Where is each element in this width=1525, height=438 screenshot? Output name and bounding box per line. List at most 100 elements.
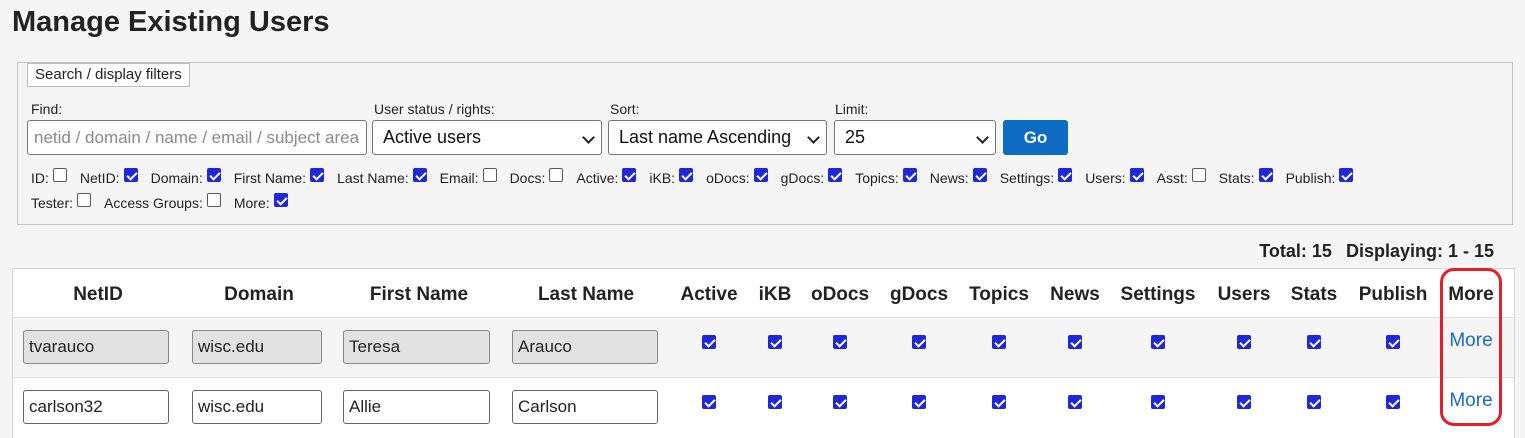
filter-checkbox[interactable] — [1058, 168, 1073, 182]
permission-checkbox[interactable] — [1307, 395, 1321, 409]
permission-checkbox[interactable] — [1307, 335, 1321, 349]
filter-checkbox[interactable] — [753, 168, 768, 182]
header-gdocs[interactable]: gDocs — [890, 284, 948, 306]
filter-checkbox[interactable] — [972, 168, 987, 182]
header-odocs[interactable]: oDocs — [811, 284, 869, 306]
limit-select[interactable]: 25 — [834, 120, 996, 155]
filter-toggle[interactable]: Topics: — [855, 168, 917, 186]
filter-toggle[interactable]: Last Name: — [337, 168, 427, 186]
header-netid[interactable]: NetID — [73, 284, 123, 306]
filter-checkbox[interactable] — [902, 168, 917, 182]
permission-checkbox[interactable] — [702, 335, 716, 349]
permission-checkbox[interactable] — [912, 395, 926, 409]
permission-checkbox[interactable] — [1151, 395, 1165, 409]
filter-toggle[interactable]: First Name: — [233, 168, 325, 186]
filter-toggle[interactable]: Users: — [1085, 168, 1144, 186]
permission-checkbox[interactable] — [912, 335, 926, 349]
header-settings[interactable]: Settings — [1121, 284, 1196, 306]
permission-checkbox[interactable] — [1237, 335, 1251, 349]
filter-toggle[interactable]: Asst: — [1156, 168, 1206, 186]
sort-select[interactable]: Last name Ascending — [608, 120, 827, 155]
filter-checkbox[interactable] — [549, 168, 564, 182]
header-ikb[interactable]: iKB — [759, 284, 792, 306]
more-column-highlight — [1440, 268, 1502, 426]
filter-checkbox[interactable] — [412, 168, 427, 182]
filter-toggle-label: Users: — [1085, 170, 1126, 186]
filter-checkbox[interactable] — [206, 193, 221, 207]
filter-checkbox[interactable] — [1129, 168, 1144, 182]
permission-checkbox[interactable] — [1386, 335, 1400, 349]
filter-checkbox[interactable] — [679, 168, 694, 182]
permission-checkbox[interactable] — [702, 395, 716, 409]
filter-toggle[interactable]: News: — [930, 168, 987, 186]
filter-checkbox[interactable] — [1339, 168, 1354, 182]
permission-checkbox[interactable] — [768, 395, 782, 409]
permission-checkbox[interactable] — [1068, 335, 1082, 349]
filter-checkbox[interactable] — [77, 193, 92, 207]
permission-checkbox[interactable] — [1386, 395, 1400, 409]
last-name-field[interactable]: Carlson — [512, 390, 658, 424]
filter-toggle-label: First Name: — [233, 170, 307, 186]
filter-toggle[interactable]: oDocs: — [706, 168, 768, 186]
filter-checkbox[interactable] — [482, 168, 497, 182]
page-title: Manage Existing Users — [12, 6, 330, 38]
header-publish[interactable]: Publish — [1359, 284, 1428, 306]
filter-checkbox[interactable] — [1258, 168, 1273, 182]
find-input[interactable] — [27, 120, 367, 155]
header-last-name[interactable]: Last Name — [538, 284, 634, 306]
header-users[interactable]: Users — [1218, 284, 1271, 306]
total-count: Total: 15 — [1259, 241, 1332, 261]
filter-toggle[interactable]: Email: — [440, 168, 497, 186]
filter-toggle[interactable]: gDocs: — [781, 168, 843, 186]
filter-toggle-label: More: — [233, 195, 270, 211]
permission-checkbox[interactable] — [992, 395, 1006, 409]
filter-toggle[interactable]: More: — [233, 193, 288, 211]
header-domain[interactable]: Domain — [224, 284, 294, 306]
header-first-name[interactable]: First Name — [370, 284, 468, 306]
filter-toggle[interactable]: Domain: — [151, 168, 221, 186]
filter-toggle[interactable]: ID: — [31, 168, 67, 186]
permission-checkbox[interactable] — [1237, 395, 1251, 409]
status-select[interactable]: Active users — [372, 120, 602, 155]
filter-toggle[interactable]: Active: — [576, 168, 637, 186]
header-news[interactable]: News — [1050, 284, 1100, 306]
header-active[interactable]: Active — [680, 284, 737, 306]
filter-toggle[interactable]: Tester: — [31, 193, 92, 211]
filter-toggle[interactable]: Access Groups: — [104, 193, 221, 211]
filter-toggle[interactable]: iKB: — [649, 168, 694, 186]
permission-checkbox[interactable] — [1068, 395, 1082, 409]
filter-checkbox[interactable] — [206, 168, 221, 182]
filter-checkbox[interactable] — [310, 168, 325, 182]
filter-checkbox[interactable] — [273, 193, 288, 207]
permission-checkbox[interactable] — [1151, 335, 1165, 349]
filter-checkbox[interactable] — [52, 168, 67, 182]
permission-checkbox[interactable] — [768, 335, 782, 349]
filter-toggle-label: Topics: — [855, 170, 899, 186]
sort-select-value: Last name Ascending — [619, 127, 792, 147]
last-name-field[interactable]: Arauco — [512, 330, 658, 364]
first-name-field[interactable]: Allie — [343, 390, 490, 424]
filter-checkbox[interactable] — [828, 168, 843, 182]
domain-field[interactable]: wisc.edu — [192, 390, 322, 424]
filter-toggle-label: Asst: — [1156, 170, 1188, 186]
first-name-field[interactable]: Teresa — [343, 330, 490, 364]
permission-checkbox[interactable] — [992, 335, 1006, 349]
go-button[interactable]: Go — [1003, 120, 1068, 155]
filter-toggle[interactable]: Publish: — [1286, 168, 1354, 186]
column-toggles-row-1: ID: NetID: Domain: First Name: Last Name: Ema… — [31, 168, 1366, 186]
netid-field[interactable]: carlson32 — [23, 390, 169, 424]
filter-toggle[interactable]: Settings: — [1000, 168, 1073, 186]
header-stats[interactable]: Stats — [1291, 284, 1337, 306]
filter-toggle[interactable]: Stats: — [1219, 168, 1273, 186]
filter-checkbox[interactable] — [123, 168, 138, 182]
filter-checkbox[interactable] — [622, 168, 637, 182]
permission-checkbox[interactable] — [833, 335, 847, 349]
header-topics[interactable]: Topics — [969, 284, 1029, 306]
filter-checkbox[interactable] — [1191, 168, 1206, 182]
domain-field[interactable]: wisc.edu — [192, 330, 322, 364]
filter-toggle[interactable]: Docs: — [510, 168, 564, 186]
filter-toggle-label: oDocs: — [706, 170, 750, 186]
filter-toggle[interactable]: NetID: — [80, 168, 138, 186]
permission-checkbox[interactable] — [833, 395, 847, 409]
netid-field[interactable]: tvarauco — [23, 330, 169, 364]
